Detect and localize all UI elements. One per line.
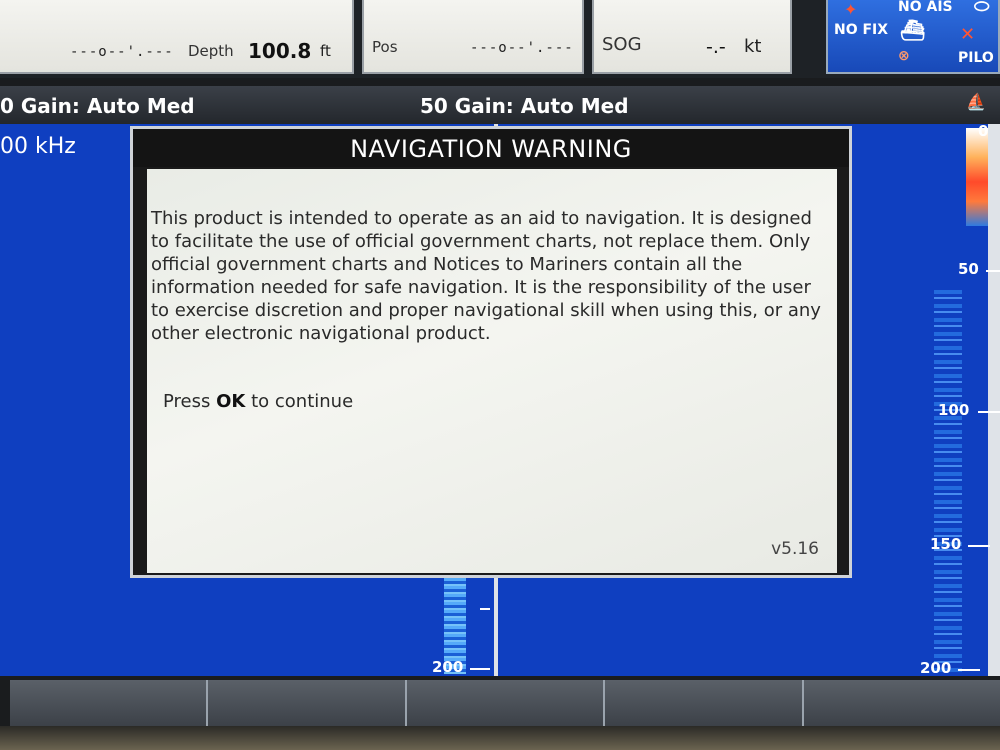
depth-unit: ft [320,42,331,60]
boat-icon: ⛴ [900,18,926,42]
dialog-body: This product is intended to operate as a… [147,169,837,573]
ok-key-label[interactable]: OK [216,391,245,412]
softkey-2[interactable] [208,680,407,726]
depth-panel[interactable]: ---o--'.--- Depth 100.8 ft [0,0,354,74]
softkey-3[interactable] [407,680,606,726]
sonar-echo-noise [934,290,962,674]
dialog-title: NAVIGATION WARNING [133,129,849,167]
depth-scale-150: 150 [930,535,962,553]
pilot-label: PILO [958,50,994,66]
device-bezel [0,726,1000,750]
depth-scale-200: 200 [920,659,952,677]
warning-text: This product is intended to operate as a… [151,208,821,344]
depth-tick [968,545,990,547]
software-version: v5.16 [771,539,819,559]
no-fix-label: NO FIX [834,22,889,38]
sog-unit: kt [744,36,762,57]
depth-tick [986,270,1000,272]
navigation-warning-dialog: NAVIGATION WARNING This product is inten… [130,126,852,578]
depth-label: Depth [188,42,234,60]
depth-value: 100.8 [248,39,312,63]
pane-edge [988,124,1000,676]
frequency-label: 00 kHz [0,134,76,159]
depth-panel-placeholder: ---o--'.--- [70,44,174,60]
softkey-5[interactable] [804,680,1000,726]
softkey-1[interactable] [10,680,209,726]
press-prefix: Press [163,391,211,412]
left-depth-scale-200: 200 [432,658,464,676]
compass-icon: ⊗ [898,48,910,64]
sonar-gain-header: 0 Gain: Auto Med 50 Gain: Auto Med ⛵ [0,86,1000,124]
satellite-icon: ✦ [844,0,858,19]
autopilot-icon: ✕ [960,24,976,45]
sog-panel[interactable]: SOG -.- kt [592,0,792,74]
top-data-bar: ---o--'.--- Depth 100.8 ft Pos ---o--'.-… [0,0,1000,78]
pos-label: Pos [372,38,398,56]
right-gain-label[interactable]: 50 Gain: Auto Med [420,94,629,118]
depth-tick [480,608,490,610]
surface-echo [966,128,988,226]
depth-scale-100: 100 [938,401,970,419]
ais-status-icon: ⬭ [974,0,990,17]
sog-value: -.- [706,36,726,58]
depth-scale-0: 0 [978,122,989,140]
depth-tick [470,668,490,670]
gps-ais-status[interactable]: ✦ NO AIS ⬭ NO FIX ⛴ ✕ ⊗ PILO [826,0,1000,74]
vessel-icon: ⛵ [966,92,986,111]
softkey-4[interactable] [605,680,804,726]
left-gain-label[interactable]: 0 Gain: Auto Med [0,94,195,118]
no-ais-label: NO AIS [898,0,953,15]
depth-tick [958,669,980,671]
press-ok-instruction: Press OK to continue [163,391,353,412]
pos-value: ---o--'.--- [470,40,574,56]
depth-tick [978,411,1000,413]
depth-scale-50: 50 [958,260,979,278]
pos-panel[interactable]: Pos ---o--'.--- [362,0,584,74]
press-suffix: to continue [251,391,354,412]
softkey-bar [10,680,1000,726]
sog-label: SOG [602,34,642,55]
